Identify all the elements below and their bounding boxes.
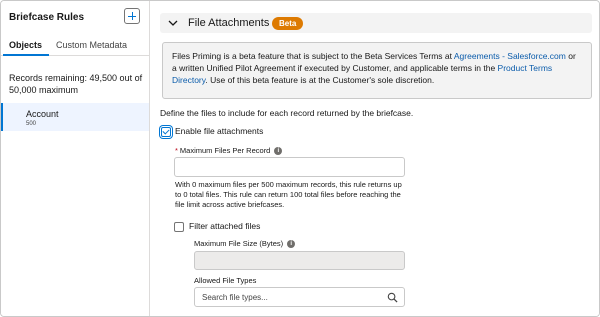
- info-icon[interactable]: i: [287, 240, 296, 249]
- filter-attached-files-checkbox[interactable]: [174, 222, 184, 232]
- max-file-size-label-text: Maximum File Size (Bytes): [194, 239, 284, 248]
- beta-terms-notice: Files Priming is a beta feature that is …: [162, 42, 592, 99]
- briefcase-rules-panel: Briefcase Rules Objects Custom Metadata …: [1, 1, 150, 316]
- active-tab-indicator: [3, 54, 49, 56]
- max-file-size-label: Maximum File Size (Bytes) i: [194, 239, 296, 249]
- notice-text-3: . Use of this beta feature is at the Cus…: [205, 75, 435, 85]
- agreements-link[interactable]: Agreements - Salesforce.com: [454, 51, 566, 61]
- tab-custom-metadata[interactable]: Custom Metadata: [56, 40, 127, 50]
- allowed-file-types-label: Allowed File Types: [194, 276, 257, 285]
- max-files-label: * Maximum Files Per Record i: [175, 146, 283, 156]
- panel-header: Briefcase Rules: [1, 1, 149, 34]
- object-item-account[interactable]: Account 500: [1, 103, 149, 131]
- section-title: File Attachments: [188, 17, 270, 29]
- max-files-input[interactable]: [174, 157, 405, 177]
- filter-attached-files-label[interactable]: Filter attached files: [189, 221, 260, 231]
- rule-detail-panel: File Attachments Beta Files Priming is a…: [151, 1, 599, 316]
- search-placeholder: Search file types...: [202, 293, 268, 302]
- info-icon[interactable]: i: [274, 147, 283, 156]
- enable-file-attachments-checkbox[interactable]: [161, 127, 171, 137]
- tab-bar: Objects Custom Metadata: [1, 34, 149, 56]
- tab-objects[interactable]: Objects: [9, 40, 42, 50]
- enable-file-attachments-label[interactable]: Enable file attachments: [175, 126, 263, 136]
- allowed-file-types-search[interactable]: Search file types...: [194, 287, 405, 307]
- object-name: Account: [26, 109, 59, 119]
- chevron-down-icon[interactable]: [168, 18, 178, 28]
- notice-text-1: Files Priming is a beta feature that is …: [172, 51, 454, 61]
- app-window: Briefcase Rules Objects Custom Metadata …: [0, 0, 600, 317]
- file-attachments-section-header[interactable]: File Attachments Beta: [160, 13, 592, 33]
- panel-title: Briefcase Rules: [9, 12, 85, 23]
- max-file-size-input: [194, 251, 405, 270]
- max-files-help-text: With 0 maximum files per 500 maximum rec…: [175, 180, 402, 209]
- search-icon: [387, 292, 398, 303]
- records-remaining-text: Records remaining: 49,500 out of 50,000 …: [9, 73, 143, 95]
- max-files-label-text: Maximum Files Per Record: [179, 146, 271, 155]
- object-record-count: 500: [26, 121, 37, 127]
- required-marker: *: [175, 146, 178, 155]
- beta-badge: Beta: [272, 17, 304, 30]
- add-rule-button[interactable]: [124, 8, 140, 24]
- selected-indicator: [1, 103, 3, 131]
- define-files-text: Define the files to include for each rec…: [160, 108, 414, 118]
